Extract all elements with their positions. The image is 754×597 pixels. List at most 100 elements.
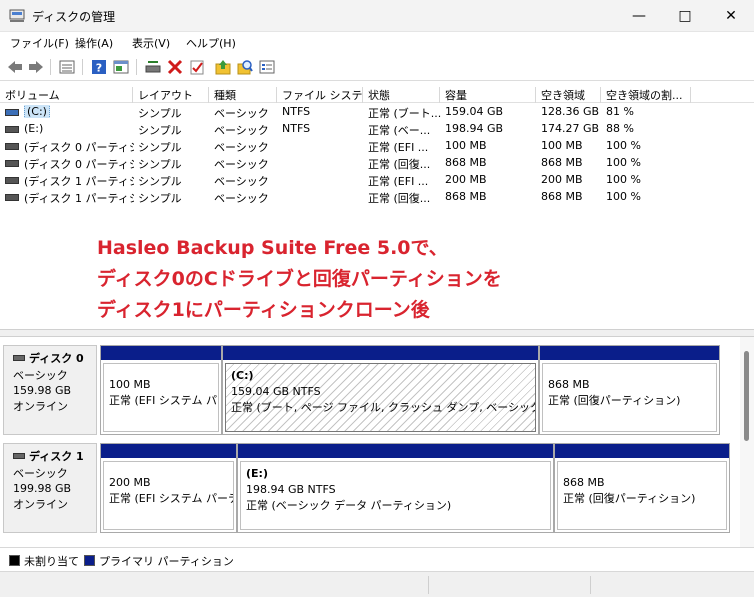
partition-body: 868 MB 正常 (回復パーティション) <box>542 363 717 432</box>
vertical-scrollbar[interactable] <box>740 337 754 547</box>
menu-view[interactable]: 表示(V) <box>132 35 170 51</box>
menu-action[interactable]: 操作(A) <box>75 35 113 51</box>
partition-bar <box>540 346 719 360</box>
list-row[interactable]: (ディスク 0 パーティシ... シンプル ベーシック 正常 (EFI ... … <box>0 138 754 155</box>
status-bar <box>0 571 754 597</box>
col-type[interactable]: 種類 <box>209 87 277 103</box>
col-layout[interactable]: レイアウト <box>133 87 209 103</box>
disk-icon <box>13 453 25 459</box>
maximize-icon: □ <box>678 8 692 24</box>
disk-state: オンライン <box>13 400 68 413</box>
unallocated-swatch <box>9 555 20 566</box>
volume-list-icon[interactable] <box>58 58 76 76</box>
maximize-button[interactable]: □ <box>662 0 708 32</box>
overlay-caption-line-1: Hasleo Backup Suite Free 5.0で、 <box>97 237 448 259</box>
status-cell: 正常 (回復... <box>368 158 431 171</box>
partition-body: 200 MB 正常 (EFI システム パーティ <box>103 461 234 530</box>
up-folder-icon[interactable] <box>214 58 232 76</box>
legend-unallocated: 未割り当て <box>24 555 79 568</box>
menu-file[interactable]: ファイル(F) <box>10 35 69 51</box>
fs-cell: NTFS <box>282 122 311 135</box>
partition-efi[interactable]: 100 MB 正常 (EFI システム パー <box>100 345 222 435</box>
list-row[interactable]: (C:) シンプル ベーシック NTFS 正常 (ブート... 159.04 G… <box>0 104 754 121</box>
free-percent-cell: 81 % <box>606 105 634 118</box>
free-cell: 100 MB <box>541 139 583 152</box>
pane-splitter[interactable] <box>0 329 754 337</box>
forward-arrow-icon[interactable] <box>27 58 45 76</box>
partition-efi[interactable]: 200 MB 正常 (EFI システム パーティ <box>100 443 237 533</box>
status-cell: 正常 (回復... <box>368 192 431 205</box>
list-row[interactable]: (E:) シンプル ベーシック NTFS 正常 (ベー... 198.94 GB… <box>0 121 754 138</box>
free-cell: 868 MB <box>541 156 583 169</box>
volume-icon <box>5 194 19 201</box>
menu-bar: ファイル(F) 操作(A) 表示(V) ヘルプ(H) <box>0 32 754 52</box>
connect-drive-icon[interactable] <box>144 58 162 76</box>
minimize-button[interactable]: — <box>616 0 662 32</box>
partition-bar <box>238 444 553 458</box>
volume-icon <box>5 126 19 133</box>
partition-size: 100 MB <box>109 378 151 391</box>
partition-size: 868 MB <box>563 476 605 489</box>
col-status[interactable]: 状態 <box>363 87 440 103</box>
list-row[interactable]: (ディスク 1 パーティシ... シンプル ベーシック 正常 (EFI ... … <box>0 172 754 189</box>
partition-bar <box>101 346 221 360</box>
overlay-caption-line-3: ディスク1にパーティションクローン後 <box>97 299 430 321</box>
type-cell: ベーシック <box>214 192 269 205</box>
disk-row-1: ディスク 1 ベーシック 199.98 GB オンライン 200 MB 正常 (… <box>0 443 740 533</box>
volume-name: (ディスク 0 パーティシ... <box>24 158 134 171</box>
back-arrow-icon[interactable] <box>6 58 24 76</box>
close-button[interactable]: ✕ <box>708 0 754 32</box>
col-capacity[interactable]: 容量 <box>440 87 536 103</box>
disk-size: 159.98 GB <box>13 384 72 397</box>
status-cell: 正常 (EFI ... <box>368 175 429 188</box>
free-percent-cell: 100 % <box>606 173 641 186</box>
type-cell: ベーシック <box>214 107 269 120</box>
disk-management-app-icon <box>9 9 25 22</box>
minimize-icon: — <box>632 8 646 24</box>
scrollbar-thumb[interactable] <box>744 351 749 441</box>
partition-status: 正常 (EFI システム パーティ <box>109 492 233 505</box>
partition-e[interactable]: (E:) 198.94 GB NTFS 正常 (ベーシック データ パーティショ… <box>237 443 554 533</box>
capacity-cell: 100 MB <box>445 139 487 152</box>
free-percent-cell: 88 % <box>606 122 634 135</box>
partition-recovery[interactable]: 868 MB 正常 (回復パーティション) <box>554 443 730 533</box>
view-list-icon[interactable] <box>258 58 276 76</box>
properties-icon[interactable] <box>112 58 130 76</box>
disk-state: オンライン <box>13 498 68 511</box>
svg-text:?: ? <box>96 62 102 75</box>
delete-icon[interactable] <box>166 58 184 76</box>
volume-icon <box>5 160 19 167</box>
disk-name: ディスク 0 <box>29 352 84 365</box>
check-icon[interactable] <box>188 58 206 76</box>
partition-recovery[interactable]: 868 MB 正常 (回復パーティション) <box>539 345 720 435</box>
menu-help[interactable]: ヘルプ(H) <box>186 35 236 51</box>
free-cell: 868 MB <box>541 190 583 203</box>
toolbar: ? <box>0 53 754 81</box>
type-cell: ベーシック <box>214 124 269 137</box>
status-cell: 正常 (ベー... <box>368 124 431 137</box>
fs-cell: NTFS <box>282 105 311 118</box>
col-free[interactable]: 空き領域 <box>536 87 601 103</box>
search-icon[interactable] <box>236 58 254 76</box>
capacity-cell: 868 MB <box>445 156 487 169</box>
partition-body: (E:) 198.94 GB NTFS 正常 (ベーシック データ パーティショ… <box>240 461 551 530</box>
col-filesystem[interactable]: ファイル システム <box>277 87 363 103</box>
volume-name: (ディスク 0 パーティシ... <box>24 141 134 154</box>
col-volume[interactable]: ボリューム <box>0 87 133 103</box>
partition-size: 159.04 GB NTFS <box>231 385 321 398</box>
volume-name: (E:) <box>24 122 44 135</box>
list-row[interactable]: (ディスク 1 パーティシ... シンプル ベーシック 正常 (回復... 86… <box>0 189 754 206</box>
disk-info[interactable]: ディスク 0 ベーシック 159.98 GB オンライン <box>3 345 97 435</box>
help-icon[interactable]: ? <box>90 58 108 76</box>
disk-info[interactable]: ディスク 1 ベーシック 199.98 GB オンライン <box>3 443 97 533</box>
disk-row-0: ディスク 0 ベーシック 159.98 GB オンライン 100 MB 正常 (… <box>0 345 740 435</box>
list-row[interactable]: (ディスク 0 パーティシ... シンプル ベーシック 正常 (回復... 86… <box>0 155 754 172</box>
disk-size: 199.98 GB <box>13 482 72 495</box>
volume-name: (C:) <box>24 105 50 118</box>
type-cell: ベーシック <box>214 158 269 171</box>
disk-type: ベーシック <box>13 369 68 382</box>
window-title: ディスクの管理 <box>32 10 116 24</box>
col-free-percent[interactable]: 空き領域の割... <box>601 87 691 103</box>
partition-c[interactable]: (C:) 159.04 GB NTFS 正常 (ブート, ページ ファイル, ク… <box>222 345 539 435</box>
disk-type: ベーシック <box>13 467 68 480</box>
